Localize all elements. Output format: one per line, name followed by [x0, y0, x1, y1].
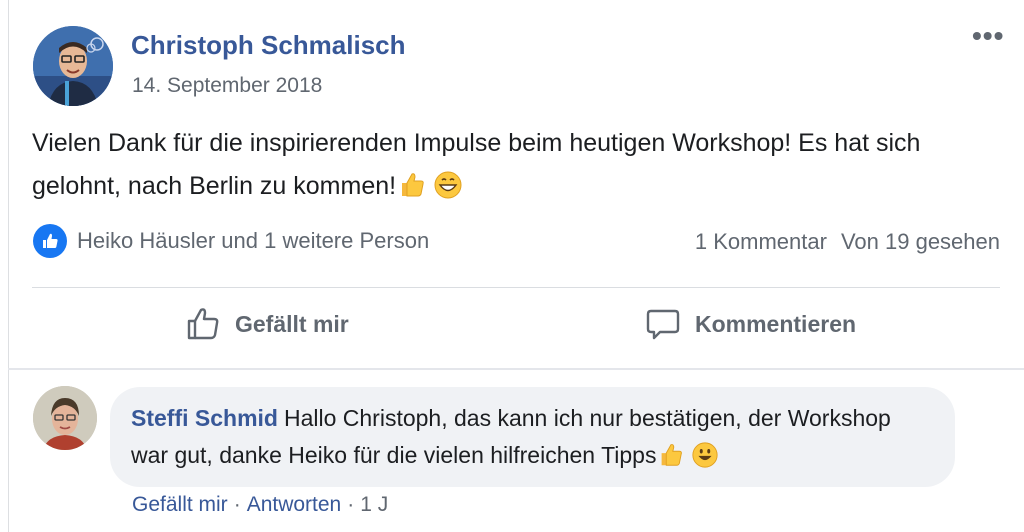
comment-button-label: Kommentieren — [695, 310, 857, 337]
comments-count[interactable]: 1 Kommentar — [695, 229, 827, 254]
comment-time[interactable]: 1 J — [360, 493, 388, 516]
smile-emoji — [691, 441, 719, 480]
grin-emoji — [433, 170, 463, 214]
post-author-name[interactable]: Christoph Schmalisch — [131, 30, 406, 61]
thumbs-up-emoji — [656, 441, 684, 480]
comment-actions: Gefällt mir · Antworten · 1 J — [132, 493, 388, 517]
comment-like-link[interactable]: Gefällt mir — [132, 493, 228, 516]
post-stats: 1 Kommentar Von 19 gesehen — [681, 229, 1000, 255]
post-body: Vielen Dank für die inspirierenden Impul… — [32, 129, 921, 200]
like-outline-icon — [187, 308, 219, 340]
author-avatar[interactable] — [33, 26, 113, 106]
divider — [32, 287, 1000, 288]
reactions-label: Heiko Häusler und 1 weitere Person — [77, 228, 430, 253]
views-count[interactable]: Von 19 gesehen — [841, 229, 1000, 254]
comments-separator — [8, 368, 1024, 370]
separator-dot: · — [233, 493, 241, 516]
like-button-label: Gefällt mir — [235, 310, 349, 337]
separator-dot: · — [347, 493, 355, 516]
commenter-avatar[interactable] — [33, 386, 97, 450]
comment-author-name[interactable]: Steffi Schmid — [131, 405, 278, 431]
comment-button[interactable]: Kommentieren — [645, 306, 856, 342]
post-date[interactable]: 14. September 2018 — [132, 74, 322, 98]
comment-text: Steffi Schmid Hallo Christoph, das kann i… — [131, 400, 931, 480]
like-badge-icon — [33, 224, 67, 258]
more-options-icon[interactable]: ••• — [972, 20, 1004, 52]
thumbs-up-emoji — [396, 170, 426, 214]
post-text: Vielen Dank für die inspirierenden Impul… — [32, 122, 1007, 214]
comment-bubble-icon — [646, 309, 680, 340]
comment-reply-link[interactable]: Antworten — [247, 493, 342, 516]
like-button[interactable]: Gefällt mir — [185, 306, 349, 342]
reactions-summary[interactable]: Heiko Häusler und 1 weitere Person — [33, 224, 429, 258]
